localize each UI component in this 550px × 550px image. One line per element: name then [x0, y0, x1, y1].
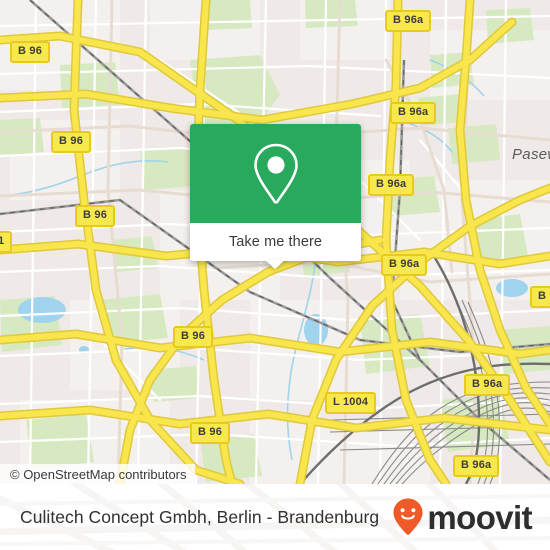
- place-label-pasewalk: Pasew: [512, 146, 550, 163]
- road-shield: B 96a: [381, 254, 428, 276]
- road-shield: L 1004: [325, 392, 377, 414]
- road-shield: B 96: [190, 422, 231, 444]
- map-attribution: © OpenStreetMap contributors: [0, 464, 195, 484]
- moovit-logo[interactable]: moovit: [392, 497, 533, 537]
- moovit-map-screenshot: B 96a B 96 B 96a B 96 B 96a B 96 1 B 96a…: [0, 0, 550, 550]
- map-canvas[interactable]: B 96a B 96 B 96a B 96 B 96a B 96 1 B 96a…: [0, 0, 550, 484]
- road-shield: B 96a: [453, 455, 500, 477]
- road-shield: B 96: [10, 41, 51, 63]
- road-shield: B 96: [51, 131, 92, 153]
- road-shield: B 96: [173, 326, 214, 348]
- road-shield: B 96a: [464, 374, 511, 396]
- popup-footer[interactable]: Take me there: [190, 223, 361, 261]
- road-shield-clipped-right: B: [530, 286, 550, 308]
- footer-bar: Culitech Concept Gmbh, Berlin - Brandenb…: [0, 484, 550, 550]
- popup-tail: [265, 260, 285, 269]
- attribution-text: © OpenStreetMap contributors: [10, 466, 187, 482]
- moovit-pin-icon: [393, 498, 423, 535]
- popup-header: [190, 124, 361, 223]
- road-shield: B 96: [75, 205, 116, 227]
- location-pin-icon: [253, 143, 298, 204]
- road-shield-clipped-left: 1: [0, 231, 13, 253]
- moovit-wordmark: moovit: [427, 498, 532, 536]
- location-title: Culitech Concept Gmbh, Berlin - Brandenb…: [20, 506, 380, 527]
- road-shield: B 96a: [385, 10, 432, 32]
- location-popup-card[interactable]: Take me there: [190, 124, 361, 269]
- take-me-there-label: Take me there: [228, 234, 323, 250]
- road-shield: B 96a: [368, 174, 415, 196]
- road-shield: B 96a: [390, 102, 437, 124]
